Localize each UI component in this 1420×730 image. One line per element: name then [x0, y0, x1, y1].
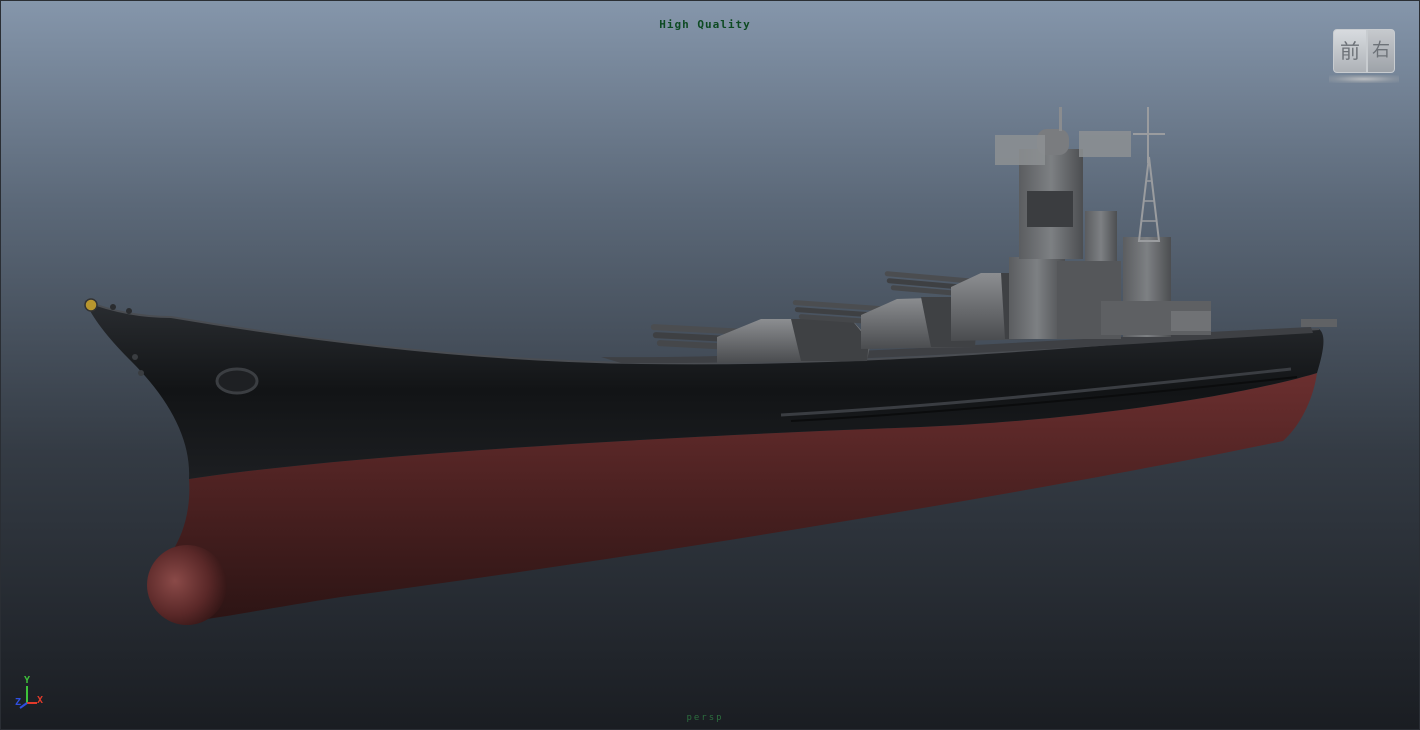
rangefinder-arm [995, 135, 1045, 165]
bulbous-bow [147, 545, 227, 625]
viewcube[interactable]: 前 右 [1329, 23, 1399, 85]
viewcube-right-face[interactable]: 右 [1367, 29, 1395, 73]
lattice-mast [1137, 156, 1161, 242]
viewcube-front-face[interactable]: 前 [1333, 29, 1367, 73]
bow-emblem [84, 298, 98, 312]
superstructure [995, 107, 1337, 339]
axis-y-label: Y [24, 675, 31, 686]
turret-1 [650, 319, 871, 363]
battleship-model[interactable] [1, 1, 1420, 730]
axis-z-label: Z [15, 697, 22, 708]
anchor-hawse [215, 367, 259, 395]
axis-x-label: X [37, 695, 44, 706]
viewcube-base [1329, 75, 1399, 83]
camera-name-label: persp [686, 713, 724, 723]
axis-indicator: Y Z X [13, 675, 53, 711]
perspective-viewport[interactable]: High Quality 前 右 Y Z X persp [0, 0, 1420, 730]
